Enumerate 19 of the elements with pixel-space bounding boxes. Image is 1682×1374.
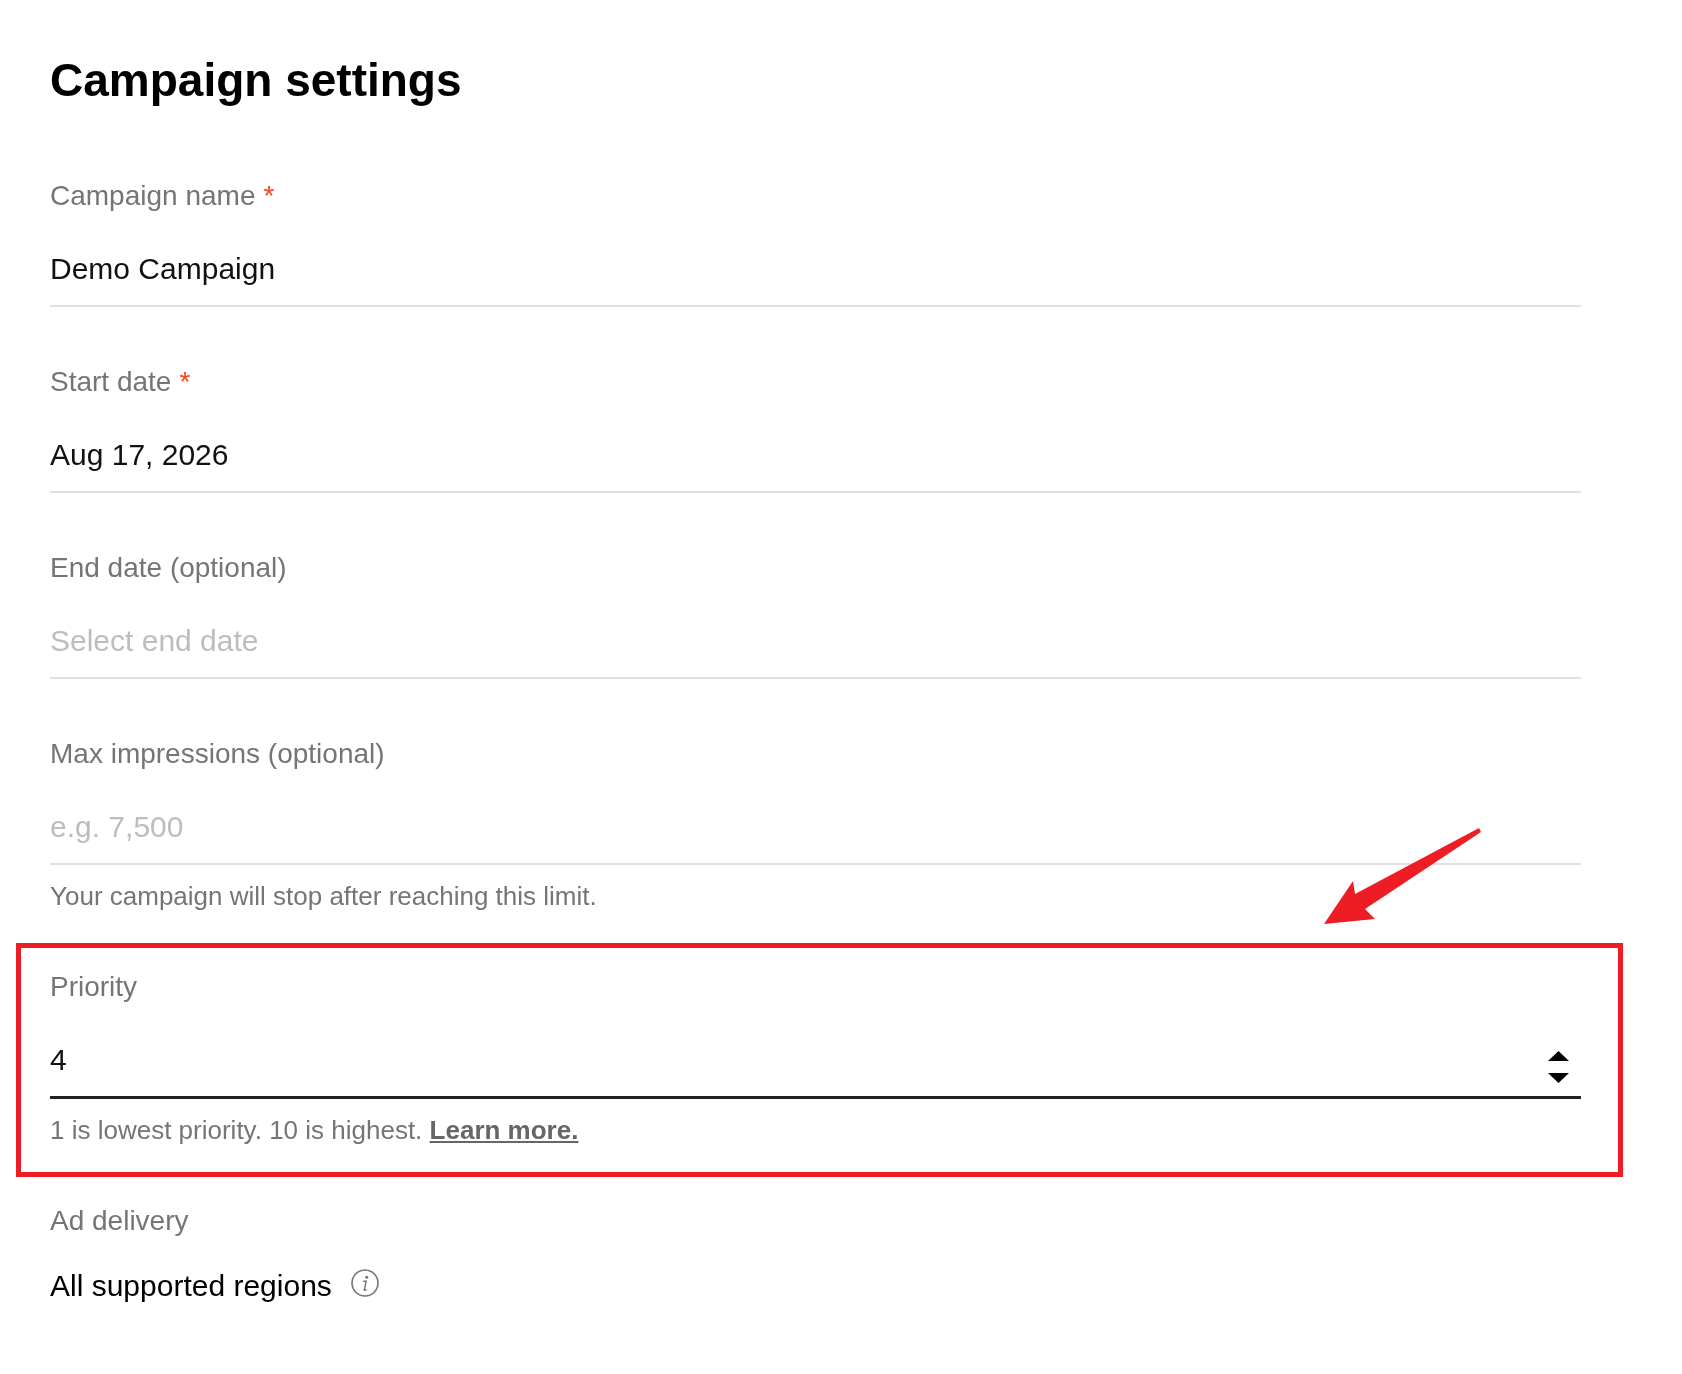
required-mark: * [179, 365, 191, 399]
number-field[interactable]: 4 [50, 1040, 1581, 1099]
field-label: Priority [50, 970, 138, 1004]
ad-delivery-value: All supported regions [50, 1268, 332, 1304]
stepper-arrows-icon[interactable] [1548, 1051, 1569, 1083]
page-title: Campaign settings [50, 53, 462, 108]
field-label: Campaign name [50, 179, 256, 213]
required-mark: * [263, 179, 275, 213]
helper-text: Your campaign will stop after reaching this limit. [50, 880, 597, 912]
field-label: Max impressions (optional) [50, 737, 385, 771]
field-label: Start date [50, 365, 172, 399]
text-field[interactable]: Select end date [50, 621, 1581, 679]
field-label: End date (optional) [50, 551, 287, 585]
info-icon[interactable] [350, 1269, 379, 1297]
helper-text: 1 is lowest priority. 10 is highest. Learn more. [50, 1114, 579, 1146]
learn-more-link[interactable]: Learn more. [429, 1115, 579, 1145]
field-label: Ad delivery [50, 1204, 189, 1238]
text-field[interactable]: Aug 17, 2026 [50, 435, 1581, 493]
text-field[interactable]: Demo Campaign [50, 249, 1581, 307]
